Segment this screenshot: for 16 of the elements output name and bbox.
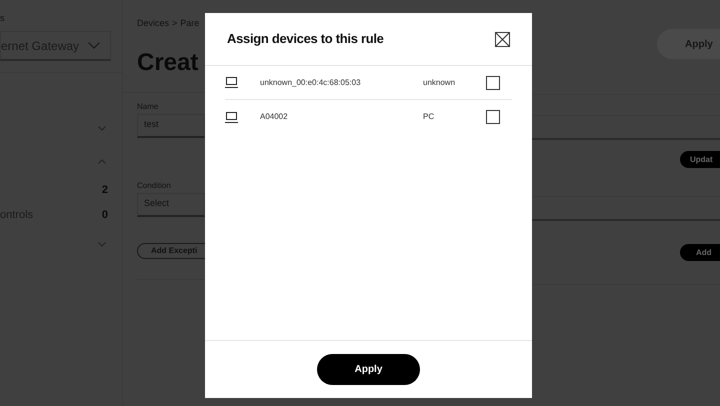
device-type: unknown	[423, 76, 456, 88]
dialog-title: Assign devices to this rule	[227, 30, 384, 48]
close-icon	[495, 32, 510, 46]
apply-button[interactable]: Apply	[317, 354, 420, 385]
breadcrumb-separator: >	[172, 17, 178, 30]
chevron-down-icon	[88, 42, 100, 49]
device-type: PC	[423, 111, 436, 123]
device-checkbox[interactable]	[486, 76, 500, 90]
laptop-icon	[225, 112, 238, 122]
device-checkbox[interactable]	[486, 110, 500, 124]
update-button[interactable]: Updat	[680, 151, 720, 168]
add-button[interactable]: Add	[680, 244, 720, 261]
device-name: A04002	[260, 111, 289, 123]
device-name: unknown_00:e0:4c:68:05:03	[260, 76, 362, 88]
close-button[interactable]	[495, 32, 510, 46]
laptop-icon	[225, 77, 238, 88]
